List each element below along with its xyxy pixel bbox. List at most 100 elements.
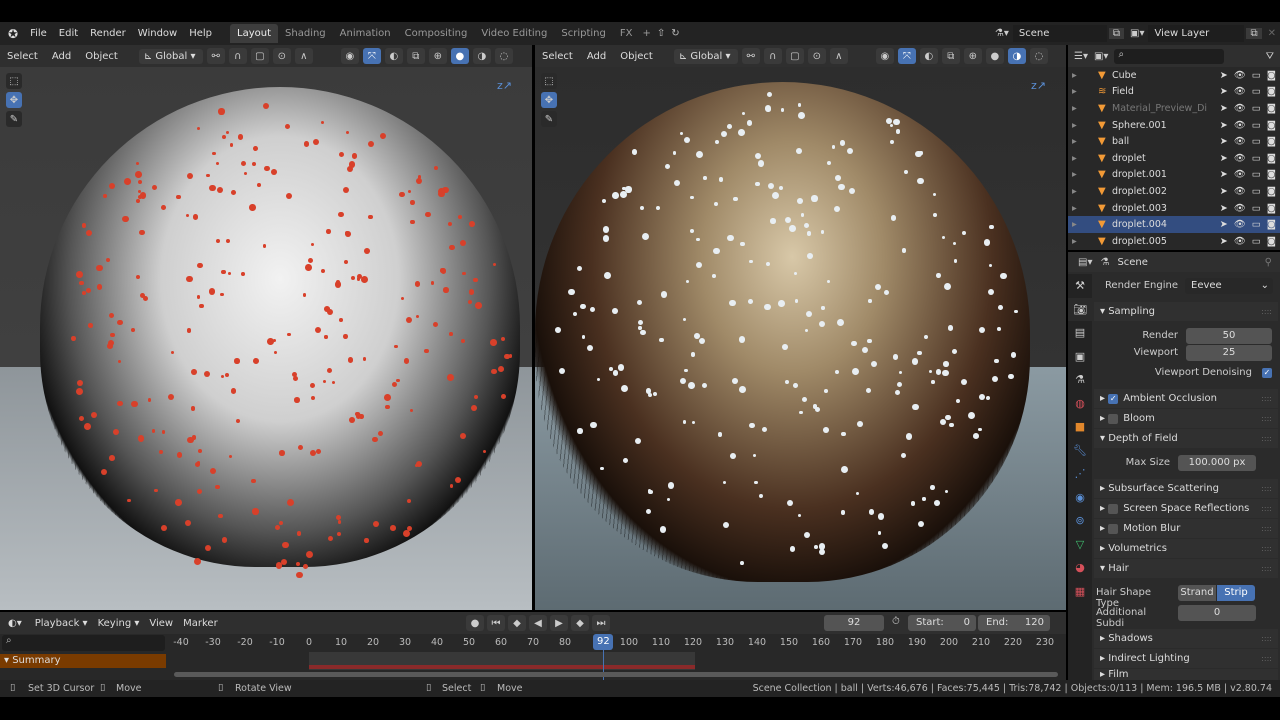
axis-gizmo-icon[interactable]: z↗ [497,79,512,92]
jump-end-icon[interactable]: ⏭ [592,615,610,631]
axis-gizmo-icon[interactable]: z↗ [1031,79,1046,92]
gizmo-icon[interactable]: ⤧ [362,48,381,64]
ssr-checkbox[interactable] [1108,503,1119,514]
render-engine-dropdown[interactable]: Eevee ⌄ [1185,278,1273,294]
select-arrow-icon[interactable]: ➤ [1220,236,1228,247]
object-name[interactable]: droplet.002 [1112,186,1167,197]
next-keyframe-icon[interactable]: ◆ [571,615,589,631]
select-box-icon[interactable]: ⬚ [6,73,22,89]
end-frame-field[interactable]: End: 120 [978,615,1050,631]
menu-edit[interactable]: Edit [53,28,84,39]
editor-type-icon[interactable]: ▤▾ [1078,257,1092,268]
xray-icon[interactable]: ⧉ [406,48,425,64]
physics-tab-icon[interactable]: ◉ [1068,486,1092,510]
object-name[interactable]: droplet.004 [1112,219,1167,230]
viewport-display-icon[interactable]: ▭ [1252,86,1261,97]
filter-scene-icon[interactable]: ▣▾ [1094,51,1108,62]
output-tab-icon[interactable]: ▤ [1068,321,1092,345]
eye-icon[interactable]: 👁︎ [1234,203,1246,214]
select-arrow-icon[interactable]: ➤ [1220,169,1228,180]
object-name[interactable]: droplet [1112,153,1146,164]
solid-shading-icon[interactable]: ● [450,48,469,64]
panel-volumetrics[interactable]: ▸ Volumetrics:::: [1094,539,1278,558]
panel-sampling[interactable]: ▾ Sampling:::: [1094,302,1278,321]
eye-icon[interactable]: 👁︎ [1234,153,1246,164]
menu-render[interactable]: Render [84,28,132,39]
move-icon[interactable]: ✥ [541,92,557,108]
new-view-layer-icon[interactable]: ⧉ [1246,28,1262,39]
render-camera-icon[interactable]: ◙ [1267,236,1276,247]
new-scene-icon[interactable]: ⧉ [1108,28,1124,39]
render-samples-field[interactable]: 50 [1186,328,1272,344]
outliner-row[interactable]: ▸ ≋ Field ➤ 👁︎ ▭ ◙ [1068,84,1280,101]
object-name[interactable]: ball [1112,136,1129,147]
material-tab-icon[interactable]: ◕ [1068,556,1092,580]
snap-icon[interactable]: ∩ [228,48,247,64]
expand-icon[interactable]: ▸ [1072,236,1077,247]
outliner-row[interactable]: ▸ ▼ droplet.002 ➤ 👁︎ ▭ ◙ [1068,183,1280,200]
add-menu[interactable]: Add [47,49,76,64]
display-mode-icon[interactable]: ☰▾ [1074,51,1088,62]
upload-icon[interactable]: ⇧ [654,28,668,39]
panel-indirect-lighting[interactable]: ▸ Indirect Lighting:::: [1094,649,1278,668]
strip-option[interactable]: Strip [1217,585,1255,601]
visibility-icon[interactable]: ◉ [340,48,359,64]
select-arrow-icon[interactable]: ➤ [1220,86,1228,97]
blender-logo-icon[interactable]: ✪ [0,27,24,41]
object-tab-icon[interactable]: ■ [1068,415,1092,439]
pin-icon[interactable]: ⚲ [1265,257,1272,268]
filter-icon[interactable]: ⛛ [1266,51,1274,62]
current-frame-field[interactable]: 92 [824,615,884,631]
add-menu[interactable]: Add [582,49,611,64]
expand-icon[interactable]: ▸ [1072,219,1077,230]
play-icon[interactable]: ▶ [550,615,568,631]
pivot-icon[interactable]: ⚯ [206,48,225,64]
wireframe-shading-icon[interactable]: ⊕ [428,48,447,64]
render-camera-icon[interactable]: ◙ [1267,219,1276,230]
scene-icon[interactable]: ⚗▾ [995,28,1009,39]
select-arrow-icon[interactable]: ➤ [1220,136,1228,147]
add-workspace-icon[interactable]: + [639,28,653,39]
viewport-display-icon[interactable]: ▭ [1252,120,1261,131]
expand-icon[interactable]: ▸ [1072,153,1077,164]
search-input[interactable]: ⌕ [1114,48,1225,64]
tab-scripting[interactable]: Scripting [554,24,612,43]
bloom-checkbox[interactable] [1108,413,1119,424]
outliner-row[interactable]: ▸ ▼ droplet.003 ➤ 👁︎ ▭ ◙ [1068,200,1280,217]
gizmo-icon[interactable]: ⤧ [897,48,916,64]
jump-start-icon[interactable]: ⏮ [487,615,505,631]
constraints-tab-icon[interactable]: ⊚ [1068,509,1092,533]
select-menu[interactable]: Select [537,49,578,64]
render-camera-icon[interactable]: ◙ [1267,169,1276,180]
viewport-display-icon[interactable]: ▭ [1252,236,1261,247]
eye-icon[interactable]: 👁︎ [1234,103,1246,114]
outliner-row[interactable]: ▸ ▼ droplet.001 ➤ 👁︎ ▭ ◙ [1068,167,1280,184]
object-name[interactable]: droplet.003 [1112,203,1167,214]
tab-animation[interactable]: Animation [333,24,398,43]
falloff-icon[interactable]: ∧ [829,48,848,64]
snap-target-icon[interactable]: ▢ [250,48,269,64]
expand-icon[interactable]: ▸ [1072,186,1077,197]
material-shading-icon[interactable]: ◑ [1007,48,1026,64]
eye-icon[interactable]: 👁︎ [1234,219,1246,230]
playback-menu[interactable]: Playback ▾ [30,616,93,631]
texture-tab-icon[interactable]: ▦ [1068,580,1092,604]
outliner-row[interactable]: ▸ ▼ Cube ➤ 👁︎ ▭ ◙ [1068,67,1280,84]
world-tab-icon[interactable]: ◍ [1068,392,1092,416]
expand-icon[interactable]: ▸ [1072,169,1077,180]
record-icon[interactable]: ● [466,615,484,631]
select-arrow-icon[interactable]: ➤ [1220,153,1228,164]
viewport-display-icon[interactable]: ▭ [1252,186,1261,197]
refresh-icon[interactable]: ↻ [668,28,682,39]
material-shading-icon[interactable]: ◑ [472,48,491,64]
scene-tab-icon[interactable]: ⚗ [1068,368,1092,392]
data-tab-icon[interactable]: ▽ [1068,533,1092,557]
remove-view-layer-icon[interactable]: ✕ [1264,28,1280,39]
render-camera-icon[interactable]: ◙ [1267,103,1276,114]
orientation-dropdown[interactable]: ⊾ Global ▾ [673,48,738,64]
object-menu[interactable]: Object [615,49,658,64]
eye-icon[interactable]: 👁︎ [1234,70,1246,81]
eye-icon[interactable]: 👁︎ [1234,169,1246,180]
panel-film[interactable]: ▸ Film [1094,669,1278,680]
marker-menu[interactable]: Marker [178,616,223,631]
